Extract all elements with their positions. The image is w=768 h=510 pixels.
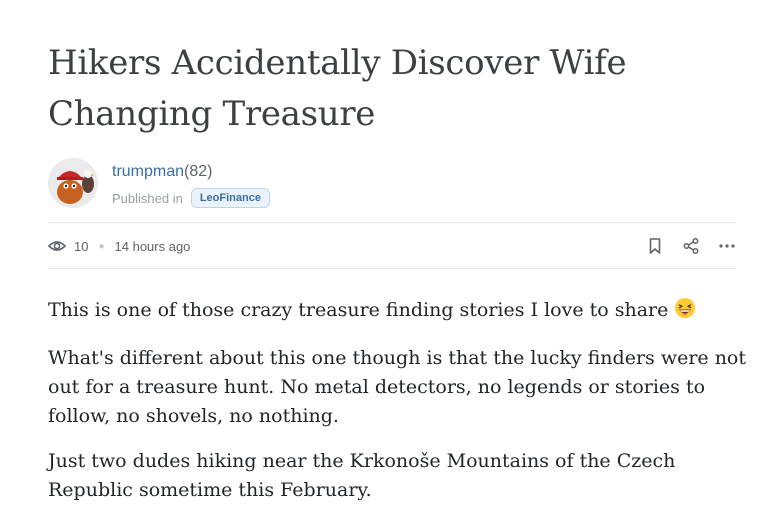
community-badge[interactable]: LeoFinance: [190, 188, 270, 208]
separator-dot: ●: [98, 240, 105, 252]
author-row: trumpman(82) Published in LeoFinance: [48, 158, 270, 210]
bookmark-icon[interactable]: [646, 237, 664, 255]
post-stats-bar: 10 ● 14 hours ago: [48, 233, 736, 259]
paragraph: Just two dudes hiking near the Krkonoše …: [48, 450, 676, 501]
post-actions: [628, 237, 736, 255]
view-count: 10: [74, 238, 89, 254]
paragraph-text: This is one of those crazy treasure find…: [48, 299, 669, 321]
post-time: 14 hours ago: [114, 238, 191, 254]
eye-icon: [48, 239, 66, 253]
author-name-link[interactable]: trumpman: [112, 163, 184, 180]
more-icon[interactable]: [718, 237, 736, 255]
share-icon[interactable]: [682, 237, 700, 255]
avatar-image: [48, 158, 98, 208]
divider-top: [48, 222, 736, 223]
divider-bottom: [48, 268, 736, 269]
grinning-squinting-face-emoji: [674, 297, 696, 328]
author-avatar[interactable]: [48, 158, 98, 208]
post-body: This is one of those crazy treasure find…: [48, 296, 748, 510]
paragraph: This is one of those crazy treasure find…: [48, 296, 748, 328]
post-title: Hikers Accidentally Discover Wife Changi…: [48, 43, 627, 134]
author-reputation: (82): [184, 163, 213, 180]
paragraph: What's different about this one though i…: [48, 347, 746, 427]
published-in-label: Published in: [112, 190, 183, 206]
